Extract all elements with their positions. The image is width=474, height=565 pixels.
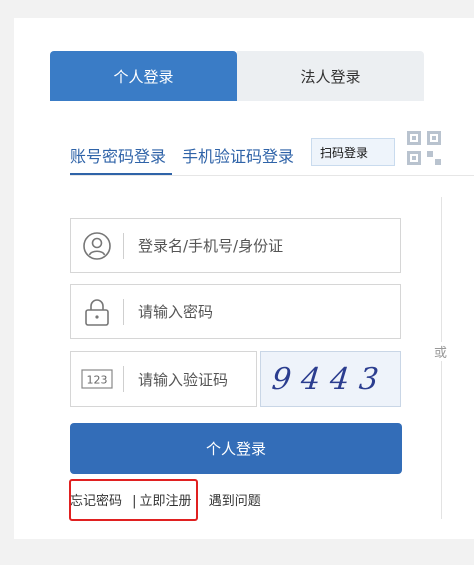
tab-corporate-login[interactable]: 法人登录 (237, 51, 424, 101)
username-placeholder: 登录名/手机号/身份证 (138, 237, 284, 255)
tab-sms-code[interactable]: 手机验证码登录 (182, 143, 294, 167)
field-separator (123, 366, 124, 392)
captcha-123-icon: 123 (71, 352, 123, 406)
captcha-input[interactable]: 123 请输入验证码 (70, 351, 257, 407)
method-tabs-divider (70, 175, 474, 176)
captcha-icon-text: 123 (87, 374, 108, 387)
login-type-tabs: 个人登录 法人登录 (50, 51, 424, 101)
captcha-placeholder: 请输入验证码 (138, 370, 229, 389)
scan-login-button[interactable]: 扫码登录 (311, 138, 395, 166)
password-placeholder: 请输入密码 (138, 303, 214, 321)
tab-personal-login[interactable]: 个人登录 (50, 51, 237, 101)
highlight-box (69, 479, 198, 521)
username-input[interactable]: 登录名/手机号/身份证 (70, 218, 401, 273)
user-icon (71, 219, 123, 272)
login-button-label: 个人登录 (205, 440, 266, 458)
captcha-image[interactable]: 9443 (260, 351, 401, 407)
captcha-image-text: 9443 (270, 361, 391, 397)
qr-code-icon[interactable] (405, 129, 443, 167)
login-method-tabs: 账号密码登录 手机验证码登录 扫码登录 (70, 131, 474, 176)
password-input[interactable]: 请输入密码 (70, 284, 401, 339)
tab-account-password[interactable]: 账号密码登录 (70, 143, 166, 167)
field-separator (123, 232, 124, 259)
lock-icon (71, 285, 123, 338)
personal-login-button[interactable]: 个人登录 (70, 423, 402, 474)
problem-link[interactable]: 遇到问题 (209, 494, 261, 509)
field-separator (123, 298, 124, 325)
scan-login-label: 扫码登录 (320, 145, 369, 160)
or-label: 或 (433, 342, 449, 361)
